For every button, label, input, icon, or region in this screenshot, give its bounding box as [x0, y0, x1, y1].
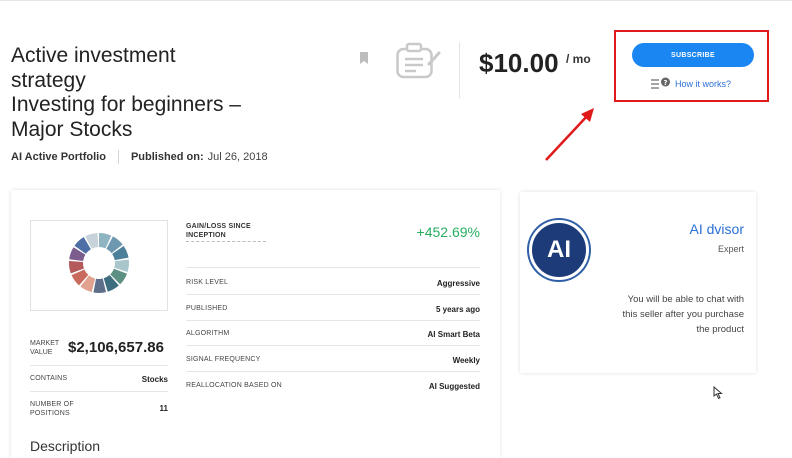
gain-loss-value: +452.69%	[416, 224, 480, 240]
product-meta: AI Active Portfolio Published on: Jul 26…	[11, 150, 268, 164]
signal-frequency-label: SIGNAL FREQUENCY	[186, 356, 261, 363]
market-value: $2,106,657.86	[68, 339, 164, 356]
title-line-4: Major Stocks	[11, 117, 133, 141]
page-title: Active investment strategy Investing for…	[11, 44, 311, 142]
row-divider	[186, 320, 480, 321]
row-divider	[30, 391, 168, 392]
how-it-works-label: How it works?	[675, 78, 732, 89]
algorithm-value: AI Smart Beta	[427, 330, 480, 339]
author-link[interactable]: AI Active Portfolio	[11, 151, 106, 163]
title-line-3: Investing for beginners –	[11, 93, 241, 116]
advisor-avatar[interactable]: AI	[529, 220, 589, 280]
risk-level-value: Aggressive	[436, 279, 480, 288]
avatar-initials: AI	[547, 236, 571, 263]
advisor-name-link[interactable]: AI dvisor	[600, 221, 744, 237]
price-period: / mo	[566, 52, 591, 66]
reallocation-value: AI Suggested	[428, 382, 480, 391]
row-divider	[30, 365, 168, 366]
contains-value: Stocks	[141, 375, 168, 384]
allocation-donut-chart	[69, 233, 129, 293]
mouse-cursor-icon	[713, 386, 723, 400]
allocation-chart-box	[30, 220, 168, 311]
bookmark-icon[interactable]	[360, 52, 368, 64]
advisor-role: Expert	[717, 244, 744, 254]
published-stat-label: PUBLISHED	[186, 305, 228, 312]
risk-level-label: RISK LEVEL	[186, 279, 229, 286]
row-divider	[186, 267, 480, 268]
annotation-arrow	[545, 108, 594, 161]
title-line-1: Active investment	[11, 44, 176, 67]
description-heading: Description	[30, 438, 101, 454]
row-divider	[186, 294, 480, 295]
published-stat-value: 5 years ago	[435, 305, 480, 314]
reallocation-label: REALLOCATION BASED ON	[186, 382, 282, 389]
document-edit-icon	[396, 42, 441, 79]
price-divider	[459, 42, 460, 98]
price: $10.00	[479, 48, 559, 78]
top-divider	[0, 0, 792, 1]
meta-divider	[117, 150, 119, 164]
advisor-chat-note: You will be able to chat with this selle…	[622, 294, 744, 335]
subscribe-button[interactable]: SUBSCRIBE	[632, 43, 754, 67]
contains-label: CONTAINS	[30, 375, 68, 382]
title-line-2: strategy	[11, 68, 86, 92]
row-divider	[186, 345, 480, 346]
market-value-label: MARKET VALUE	[30, 340, 60, 356]
signal-frequency-value: Weekly	[452, 356, 480, 365]
svg-text:?: ?	[663, 79, 667, 87]
row-divider	[186, 371, 480, 372]
published-date: Jul 26, 2018	[207, 151, 268, 163]
positions-label: NUMBER OF POSITIONS	[30, 401, 74, 417]
how-it-works-link[interactable]: ? How it works?	[651, 77, 731, 90]
algorithm-label: ALGORITHM	[186, 330, 230, 337]
help-icon: ?	[651, 77, 670, 89]
gain-loss-label: GAIN/LOSS SINCE INCEPTION	[186, 222, 266, 242]
positions-value: 11	[159, 404, 168, 413]
published-label: Published on:	[130, 151, 204, 163]
